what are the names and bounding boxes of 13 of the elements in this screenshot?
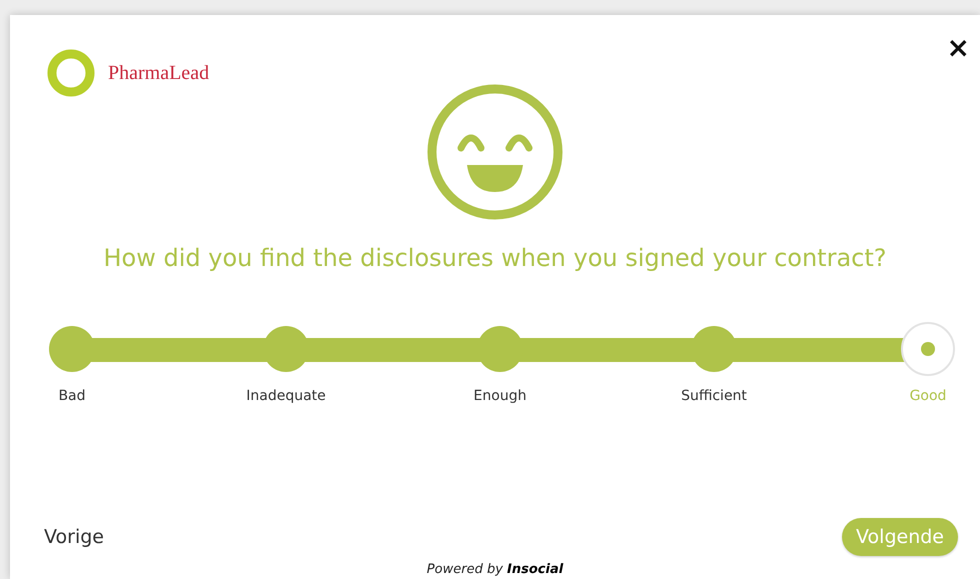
scale-label: Inadequate xyxy=(246,388,326,404)
powered-by-text: Powered by Insocial xyxy=(426,562,564,577)
scale-point[interactable] xyxy=(49,326,95,372)
scale-label: Sufficient xyxy=(681,388,747,404)
scale-label: Bad xyxy=(58,388,86,404)
previous-button[interactable]: Vorige xyxy=(40,522,108,552)
scale-label: Good xyxy=(910,388,946,404)
selected-scale-point[interactable] xyxy=(901,322,955,376)
brand-name: PharmaLead xyxy=(108,62,210,84)
question-text: How did you find the disclosures when you signed your contract? xyxy=(103,244,887,272)
ring-logo-icon xyxy=(46,48,96,98)
close-button[interactable]: × xyxy=(946,34,970,62)
scale-label: Enough xyxy=(474,388,526,404)
